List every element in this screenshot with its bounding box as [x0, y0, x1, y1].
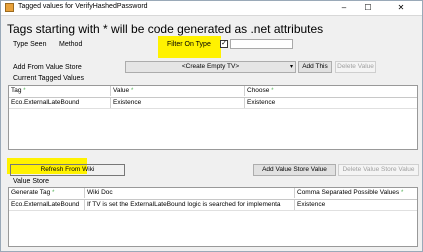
delete-value-button[interactable]: Delete Value — [335, 61, 376, 73]
refresh-from-wiki-button[interactable]: Refresh From Wiki — [10, 164, 125, 176]
value-store-combo[interactable]: <Create Empty TV> ▾ — [125, 61, 296, 73]
column-header-tag[interactable]: Tag * — [9, 86, 111, 96]
grid-header: Tag * Value * Choose * — [9, 86, 417, 98]
cell-possible-values[interactable]: Existence — [295, 200, 417, 210]
table-row[interactable]: Eco.ExternalLateBound Existence Existenc… — [9, 98, 417, 109]
minimize-button[interactable]: – — [333, 1, 355, 15]
cell-generate-tag[interactable]: Eco.ExternalLateBound — [9, 200, 85, 210]
add-this-button[interactable]: Add This — [298, 61, 332, 73]
combo-value: <Create Empty TV> — [181, 63, 240, 70]
chevron-down-icon: ▾ — [289, 64, 293, 70]
window-title: Tagged values for VerifyHashedPassword — [18, 3, 148, 10]
cell-tag[interactable]: Eco.ExternalLateBound — [9, 98, 111, 108]
type-seen-value: Method — [59, 41, 83, 48]
cell-value[interactable]: Existence — [111, 98, 245, 108]
cell-choose[interactable]: Existence — [245, 98, 417, 108]
maximize-button[interactable]: ☐ — [357, 1, 379, 15]
value-store-grid[interactable]: Generate Tag * Wiki Doc Comma Separated … — [8, 187, 418, 247]
app-icon — [5, 3, 14, 12]
filter-on-type-label: Filter On Type — [167, 41, 211, 48]
current-tagged-values-label: Current Tagged Values — [13, 75, 84, 82]
column-header-wiki-doc[interactable]: Wiki Doc — [85, 188, 295, 198]
column-header-generate-tag[interactable]: Generate Tag * — [9, 188, 85, 198]
column-header-value[interactable]: Value * — [111, 86, 245, 96]
column-header-possible-values[interactable]: Comma Separated Possible Values * — [295, 188, 417, 198]
grid-header: Generate Tag * Wiki Doc Comma Separated … — [9, 188, 417, 200]
cell-wiki-doc[interactable]: If TV is set the ExternalLateBound logic… — [85, 200, 295, 210]
close-button[interactable]: ✕ — [381, 1, 421, 15]
filter-on-type-checkbox[interactable]: ✓ — [220, 40, 228, 48]
page-heading: Tags starting with * will be code genera… — [7, 22, 324, 36]
table-row[interactable]: Eco.ExternalLateBound If TV is set the E… — [9, 200, 417, 211]
add-from-value-store-label: Add From Value Store — [13, 64, 82, 71]
dialog-window: Tagged values for VerifyHashedPassword –… — [0, 0, 423, 252]
type-seen-label: Type Seen — [13, 41, 47, 48]
title-bar: Tagged values for VerifyHashedPassword –… — [1, 1, 422, 16]
add-value-store-value-button[interactable]: Add Value Store Value — [253, 164, 336, 176]
filter-type-field[interactable] — [230, 39, 293, 49]
column-header-choose[interactable]: Choose * — [245, 86, 417, 96]
current-tagged-values-grid[interactable]: Tag * Value * Choose * Eco.ExternalLateB… — [8, 85, 418, 150]
value-store-label: Value Store — [13, 178, 50, 185]
delete-value-store-value-button[interactable]: Delete Value Store Value — [338, 164, 419, 176]
